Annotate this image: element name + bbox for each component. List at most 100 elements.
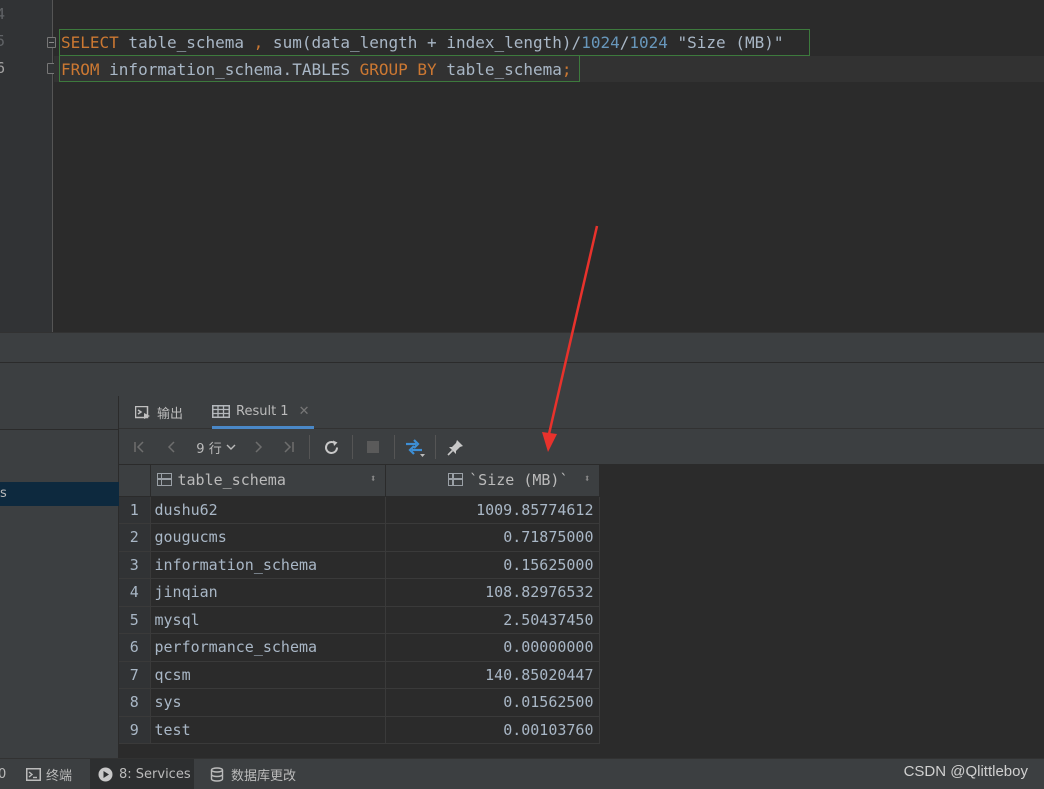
sql-editor[interactable]: 4 5 6 SELECT table_schema , sum(data_len…: [0, 0, 1044, 332]
sql-keyword: FROM: [61, 60, 100, 79]
sql-number: 1024: [629, 33, 668, 52]
result-tabs: 输出 Result 1 ✕: [119, 396, 1044, 429]
row-number: 4: [119, 578, 151, 607]
sql-comma: ,: [253, 33, 264, 52]
sql-text: information_schema.TABLES: [99, 60, 360, 79]
tool-window-edge-item[interactable]: 0: [0, 759, 8, 789]
sql-text: table_schema: [436, 60, 562, 79]
services-label: 8: Services: [119, 767, 191, 782]
tool-window-label: 0: [0, 767, 7, 782]
page-size-dropdown[interactable]: 9 行: [193, 436, 239, 458]
terminal-icon: [26, 768, 41, 781]
sql-keyword: SELECT: [61, 33, 119, 52]
cell-size-mb[interactable]: 0.00103760: [385, 716, 600, 744]
cell-size-mb[interactable]: 108.82976532: [385, 578, 600, 607]
table-row[interactable]: 1 dushu62 1009.85774612: [119, 496, 600, 524]
row-number: 1: [119, 496, 151, 524]
refresh-icon: [324, 440, 338, 454]
cell-size-mb[interactable]: 2.50437450: [385, 606, 600, 634]
sort-icon[interactable]: ⬍: [370, 472, 377, 485]
table-row[interactable]: 6 performance_schema 0.00000000: [119, 633, 600, 662]
compare-arrows-icon: [406, 439, 425, 457]
column-header-label: table_schema: [177, 471, 286, 490]
result-toolbar: 9 行: [119, 429, 1044, 465]
line-number-gutter: 4 5 6: [0, 0, 56, 332]
code-line-5[interactable]: SELECT table_schema , sum(data_length + …: [61, 33, 783, 52]
sql-number: 1024: [581, 33, 620, 52]
database-changes-tool-button[interactable]: 数据库更改: [210, 759, 296, 789]
fold-collapse-icon[interactable]: [47, 37, 56, 48]
services-tree-panel[interactable]: s: [0, 396, 119, 758]
cell-size-mb[interactable]: 0.00000000: [385, 633, 600, 662]
cell-size-mb[interactable]: 0.71875000: [385, 523, 600, 552]
console-output-icon: [135, 405, 150, 419]
sort-icon[interactable]: ⬍: [584, 472, 591, 485]
cell-table-schema[interactable]: test: [150, 716, 386, 744]
cell-size-mb[interactable]: 1009.85774612: [385, 496, 600, 524]
row-number-header[interactable]: [119, 465, 151, 497]
column-icon: [448, 473, 464, 487]
row-number: 5: [119, 606, 151, 634]
column-header-size-mb[interactable]: `Size (MB)` ⬍: [385, 465, 600, 497]
compare-button[interactable]: [403, 436, 427, 458]
toolbar-divider: [435, 435, 436, 459]
divider: [0, 429, 119, 430]
table-row[interactable]: 5 mysql 2.50437450: [119, 606, 600, 634]
cell-table-schema[interactable]: dushu62: [150, 496, 386, 524]
pin-icon: [446, 439, 463, 456]
cell-table-schema[interactable]: gougucms: [150, 523, 386, 552]
sql-operator: /: [619, 33, 630, 52]
table-row[interactable]: 4 jinqian 108.82976532: [119, 578, 600, 607]
sql-semicolon: ;: [561, 60, 572, 79]
result-grid: table_schema ⬍ `Size (MB)` ⬍ 1 dushu62 100…: [119, 465, 600, 744]
last-page-button[interactable]: [279, 436, 297, 458]
bottom-tool-window-bar: 0 终端 8: Services 数据库更改 CSDN @Qlittleboy: [0, 758, 1044, 789]
cell-table-schema[interactable]: qcsm: [150, 661, 386, 689]
cell-table-schema[interactable]: performance_schema: [150, 633, 386, 662]
database-changes-label: 数据库更改: [231, 769, 297, 784]
row-number: 3: [119, 551, 151, 579]
table-row[interactable]: 3 information_schema 0.15625000: [119, 551, 600, 579]
cell-table-schema[interactable]: information_schema: [150, 551, 386, 579]
next-page-button[interactable]: [249, 436, 267, 458]
services-tool-button[interactable]: 8: Services: [90, 759, 194, 789]
tab-result-1[interactable]: Result 1 ✕: [212, 396, 314, 429]
close-icon[interactable]: ✕: [299, 404, 310, 419]
table-row[interactable]: 8 sys 0.01562500: [119, 688, 600, 717]
stop-button[interactable]: [363, 436, 383, 458]
services-tree-selected-item[interactable]: s: [0, 482, 119, 506]
services-tool-header: [0, 362, 1044, 396]
code-line-6[interactable]: FROM information_schema.TABLES GROUP BY …: [61, 60, 572, 79]
row-count-label: 9 行: [196, 441, 222, 457]
first-page-button[interactable]: [131, 436, 149, 458]
cell-table-schema[interactable]: jinqian: [150, 578, 386, 607]
tab-output[interactable]: 输出: [135, 396, 183, 429]
line-number: 4: [0, 5, 6, 23]
tree-item-label: s: [0, 486, 7, 501]
chevron-left-icon: [167, 441, 175, 453]
cell-table-schema[interactable]: mysql: [150, 606, 386, 634]
cell-size-mb[interactable]: 140.85020447: [385, 661, 600, 689]
toolbar-divider: [394, 435, 395, 459]
table-row[interactable]: 7 qcsm 140.85020447: [119, 661, 600, 689]
sql-alias: "Size (MB)": [667, 33, 784, 52]
services-play-icon: [98, 767, 113, 782]
result-grid-area[interactable]: table_schema ⬍ `Size (MB)` ⬍ 1 dushu62 100…: [119, 465, 1044, 758]
table-row[interactable]: 9 test 0.00103760: [119, 716, 600, 744]
column-icon: [156, 473, 172, 487]
table-row[interactable]: 2 gougucms 0.71875000: [119, 523, 600, 552]
row-number: 6: [119, 633, 151, 662]
line-number: 5: [0, 32, 6, 50]
previous-page-button[interactable]: [163, 436, 181, 458]
pin-tab-button[interactable]: [444, 436, 466, 458]
cell-size-mb[interactable]: 0.15625000: [385, 551, 600, 579]
last-page-icon: [284, 441, 294, 453]
column-header-label: `Size (MB)`: [469, 471, 569, 490]
row-number: 8: [119, 688, 151, 717]
refresh-button[interactable]: [320, 436, 342, 458]
column-header-table-schema[interactable]: table_schema ⬍: [150, 465, 386, 497]
cell-size-mb[interactable]: 0.01562500: [385, 688, 600, 717]
sql-text: table_schema: [118, 33, 254, 52]
cell-table-schema[interactable]: sys: [150, 688, 386, 717]
terminal-tool-button[interactable]: 终端: [26, 759, 72, 789]
